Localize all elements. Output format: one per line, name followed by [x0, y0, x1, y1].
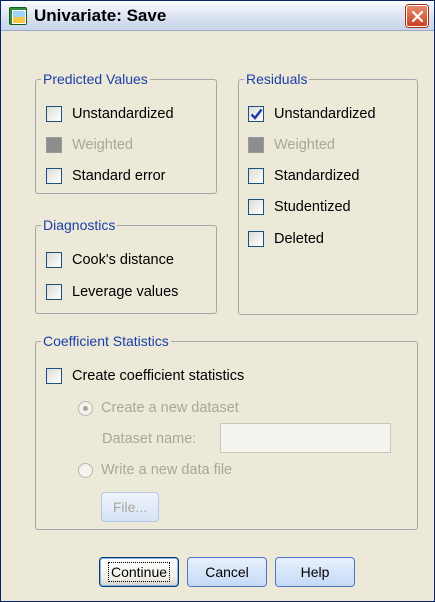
diagnostics-legend: Diagnostics: [41, 217, 118, 233]
close-button[interactable]: [406, 5, 428, 27]
file-button-label: File...: [112, 499, 148, 515]
diagnostics-group: Diagnostics: [35, 217, 217, 314]
predicted-unstandardized-checkbox[interactable]: Unstandardized: [46, 106, 174, 122]
title-bar[interactable]: Univariate: Save: [1, 1, 434, 31]
dialog-title: Univariate: Save: [34, 6, 167, 25]
help-button[interactable]: Help: [275, 557, 355, 587]
checkmark-icon: [250, 108, 263, 120]
spss-app-icon: [9, 7, 27, 25]
write-new-data-file-radio: Write a new data file: [78, 462, 232, 478]
radio-label: Write a new data file: [101, 462, 233, 478]
cancel-button[interactable]: Cancel: [187, 557, 267, 587]
radio-button-selected: [78, 400, 93, 416]
checkbox-box-disabled: [248, 137, 264, 153]
coefficient-statistics-legend: Coefficient Statistics: [41, 333, 171, 349]
leverage-values-checkbox[interactable]: Leverage values: [46, 284, 178, 300]
create-coefficient-statistics-checkbox[interactable]: Create coefficient statistics: [46, 368, 244, 384]
checkbox-label: Standardized: [274, 168, 360, 184]
close-icon: [412, 11, 423, 22]
checkbox-box[interactable]: [46, 252, 62, 268]
predicted-values-legend: Predicted Values: [41, 71, 150, 87]
checkbox-label: Studentized: [274, 199, 351, 215]
checkbox-label: Standard error: [72, 168, 166, 184]
checkbox-box[interactable]: [46, 168, 62, 184]
file-button: File...: [101, 492, 159, 522]
dataset-name-input: [220, 423, 391, 453]
checkbox-box[interactable]: [46, 368, 62, 384]
checkbox-box[interactable]: [248, 231, 264, 247]
radio-label: Create a new dataset: [101, 400, 239, 416]
cancel-button-label: Cancel: [205, 564, 249, 580]
dataset-name-label-row: Dataset name:: [102, 431, 196, 447]
residual-unstandardized-checkbox[interactable]: Unstandardized: [248, 106, 376, 122]
help-button-label: Help: [300, 564, 330, 580]
residual-studentized-checkbox[interactable]: Studentized: [248, 199, 351, 215]
continue-button-label: Continue: [107, 562, 171, 582]
checkbox-box[interactable]: [248, 199, 264, 215]
checkbox-label: Weighted: [72, 137, 133, 153]
checkbox-label: Weighted: [274, 137, 335, 153]
checkbox-label: Leverage values: [72, 284, 179, 300]
checkbox-label: Create coefficient statistics: [72, 368, 245, 384]
residual-standardized-checkbox[interactable]: Standardized: [248, 168, 359, 184]
checkbox-box-disabled: [46, 137, 62, 153]
checkbox-label: Unstandardized: [72, 106, 174, 122]
checkbox-label: Cook's distance: [72, 252, 174, 268]
cooks-distance-checkbox[interactable]: Cook's distance: [46, 252, 174, 268]
checkbox-box[interactable]: [248, 168, 264, 184]
univariate-save-dialog: Univariate: Save Predicted Values Unstan…: [0, 0, 435, 602]
predicted-standard-error-checkbox[interactable]: Standard error: [46, 168, 166, 184]
checkbox-box[interactable]: [46, 106, 62, 122]
predicted-weighted-checkbox: Weighted: [46, 137, 133, 153]
dataset-name-label: Dataset name:: [102, 431, 197, 447]
radio-button: [78, 462, 93, 478]
checkbox-label: Deleted: [274, 231, 324, 247]
checkbox-box[interactable]: [46, 284, 62, 300]
checkbox-label: Unstandardized: [274, 106, 376, 122]
residuals-legend: Residuals: [244, 71, 310, 87]
continue-button[interactable]: Continue: [99, 557, 179, 587]
residual-weighted-checkbox: Weighted: [248, 137, 335, 153]
checkbox-box-checked[interactable]: [248, 106, 264, 122]
residual-deleted-checkbox[interactable]: Deleted: [248, 231, 324, 247]
create-new-dataset-radio: Create a new dataset: [78, 400, 239, 416]
